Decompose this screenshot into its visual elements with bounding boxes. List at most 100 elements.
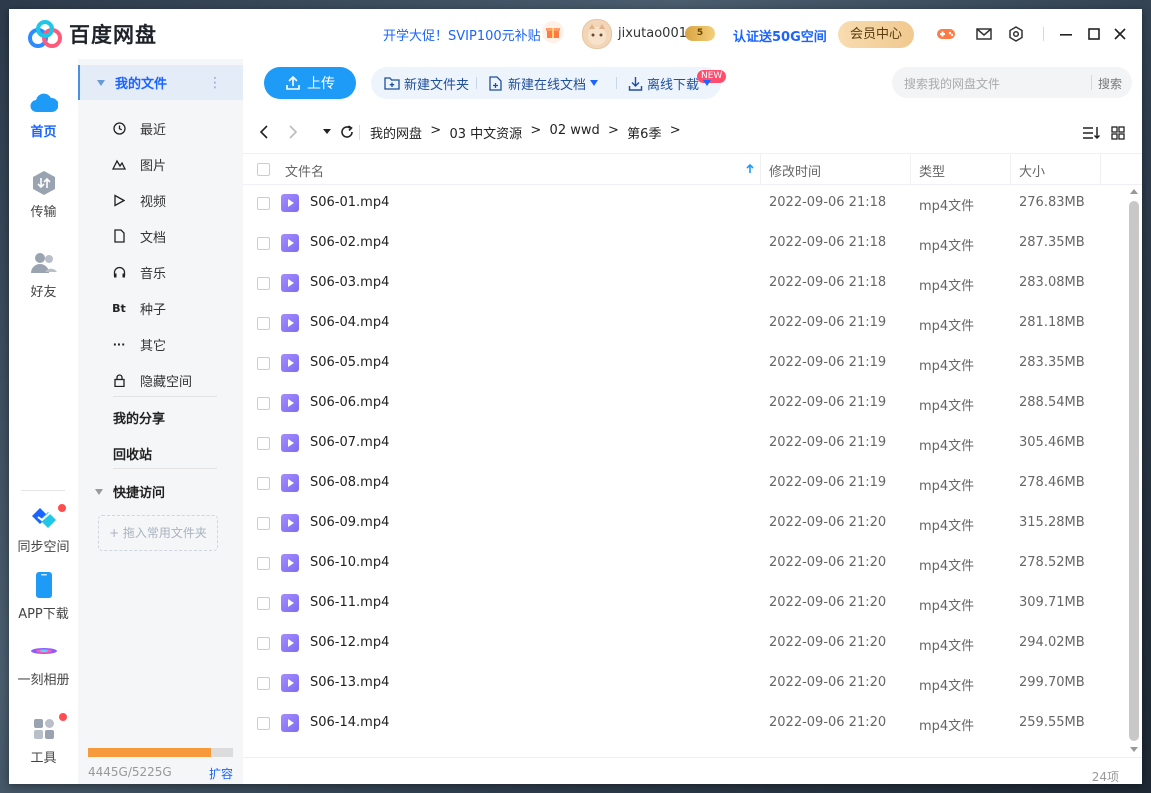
breadcrumb-item[interactable]: 第6季 <box>627 123 661 142</box>
row-checkbox[interactable] <box>257 597 270 610</box>
new-folder-button[interactable]: 新建文件夹 <box>384 67 469 99</box>
sidebar-quick-access[interactable]: 快捷访问 <box>95 482 165 501</box>
verify-link[interactable]: 认证送50G空间 <box>733 26 827 45</box>
close-icon[interactable] <box>1110 24 1130 44</box>
table-row[interactable]: S06-04.mp4 2022-09-06 21:19 mp4文件 281.18MB <box>243 303 1126 343</box>
sidebar-item-torrent[interactable]: Bt 种子 <box>112 298 166 318</box>
scroll-up-icon[interactable] <box>1130 189 1138 194</box>
gift-icon[interactable] <box>542 21 564 43</box>
sort-asc-icon[interactable] <box>745 163 755 174</box>
offline-download-button[interactable]: 离线下载 <box>627 67 712 99</box>
table-row[interactable]: S06-07.mp4 2022-09-06 21:19 mp4文件 305.46MB <box>243 423 1126 463</box>
sidebar-item-recent[interactable]: 最近 <box>112 118 166 138</box>
file-name[interactable]: S06-05.mp4 <box>310 355 389 370</box>
nav-friends[interactable]: 好友 <box>9 249 78 300</box>
row-checkbox[interactable] <box>257 197 270 210</box>
sidebar-item-music[interactable]: 音乐 <box>112 262 166 282</box>
file-name[interactable]: S06-10.mp4 <box>310 555 389 570</box>
table-row[interactable]: S06-08.mp4 2022-09-06 21:19 mp4文件 278.46MB <box>243 463 1126 503</box>
forward-icon[interactable] <box>283 122 303 142</box>
file-name[interactable]: S06-08.mp4 <box>310 475 389 490</box>
file-name[interactable]: S06-13.mp4 <box>310 675 389 690</box>
table-row[interactable]: S06-13.mp4 2022-09-06 21:20 mp4文件 299.70MB <box>243 663 1126 703</box>
breadcrumb-item[interactable]: 03 中文资源 <box>449 123 522 142</box>
file-name[interactable]: S06-02.mp4 <box>310 235 389 250</box>
maximize-icon[interactable] <box>1084 24 1104 44</box>
select-all-checkbox[interactable] <box>257 163 270 176</box>
sidebar-item-other[interactable]: ··· 其它 <box>112 334 166 354</box>
row-checkbox[interactable] <box>257 237 270 250</box>
avatar[interactable] <box>582 19 612 49</box>
sort-list-icon[interactable] <box>1082 124 1100 142</box>
table-row[interactable]: S06-12.mp4 2022-09-06 21:20 mp4文件 294.02MB <box>243 623 1126 663</box>
table-row[interactable]: S06-10.mp4 2022-09-06 21:20 mp4文件 278.52MB <box>243 543 1126 583</box>
row-checkbox[interactable] <box>257 317 270 330</box>
expand-storage-link[interactable]: 扩容 <box>209 765 233 782</box>
sidebar-recycle-bin[interactable]: 回收站 <box>113 444 152 463</box>
minimize-icon[interactable] <box>1056 24 1076 44</box>
search-input[interactable] <box>902 73 1086 94</box>
column-header-type[interactable]: 类型 <box>919 161 945 180</box>
sidebar-item-hidden-space[interactable]: 隐藏空间 <box>112 370 192 390</box>
file-name[interactable]: S06-11.mp4 <box>310 595 389 610</box>
sidebar-item-video[interactable]: 视频 <box>112 190 166 210</box>
row-checkbox[interactable] <box>257 717 270 730</box>
grid-view-icon[interactable] <box>1109 124 1127 142</box>
row-checkbox[interactable] <box>257 557 270 570</box>
table-row[interactable]: S06-02.mp4 2022-09-06 21:18 mp4文件 287.35MB <box>243 223 1126 263</box>
file-name[interactable]: S06-07.mp4 <box>310 435 389 450</box>
history-dropdown-icon[interactable] <box>317 122 337 142</box>
file-name[interactable]: S06-04.mp4 <box>310 315 389 330</box>
breadcrumb-item[interactable]: 02 wwd <box>550 123 600 142</box>
file-name[interactable]: S06-12.mp4 <box>310 635 389 650</box>
row-checkbox[interactable] <box>257 437 270 450</box>
scrollbar[interactable] <box>1126 183 1142 757</box>
file-name[interactable]: S06-03.mp4 <box>310 275 389 290</box>
scroll-down-icon[interactable] <box>1130 747 1138 752</box>
row-checkbox[interactable] <box>257 397 270 410</box>
table-row[interactable]: S06-03.mp4 2022-09-06 21:18 mp4文件 283.08MB <box>243 263 1126 303</box>
file-name[interactable]: S06-09.mp4 <box>310 515 389 530</box>
settings-icon[interactable] <box>1006 24 1026 44</box>
upload-button[interactable]: 上传 <box>264 67 356 99</box>
table-row[interactable]: S06-09.mp4 2022-09-06 21:20 mp4文件 315.28MB <box>243 503 1126 543</box>
row-checkbox[interactable] <box>257 637 270 650</box>
mail-icon[interactable] <box>974 24 994 44</box>
nav-home[interactable]: 首页 <box>9 89 78 140</box>
promo-link[interactable]: 开学大促！SVIP100元补贴 <box>383 25 541 44</box>
file-name[interactable]: S06-06.mp4 <box>310 395 389 410</box>
file-name[interactable]: S06-01.mp4 <box>310 195 389 210</box>
row-checkbox[interactable] <box>257 517 270 530</box>
sidebar-my-files[interactable]: 我的文件 ⋮ <box>78 65 244 100</box>
table-row[interactable]: S06-01.mp4 2022-09-06 21:18 mp4文件 276.83MB <box>243 183 1126 223</box>
column-header-time[interactable]: 修改时间 <box>769 161 821 180</box>
table-row[interactable]: S06-05.mp4 2022-09-06 21:19 mp4文件 283.35MB <box>243 343 1126 383</box>
drop-folder-area[interactable]: + 拖入常用文件夹 <box>98 515 218 551</box>
table-row[interactable]: S06-06.mp4 2022-09-06 21:19 mp4文件 288.54MB <box>243 383 1126 423</box>
scrollbar-thumb[interactable] <box>1129 201 1139 741</box>
table-row[interactable]: S06-11.mp4 2022-09-06 21:20 mp4文件 309.71MB <box>243 583 1126 623</box>
nav-sync-space[interactable]: 同步空间 <box>9 504 78 555</box>
username[interactable]: jixutao001 <box>618 26 687 41</box>
breadcrumb-item[interactable]: 我的网盘 <box>370 123 422 142</box>
column-header-size[interactable]: 大小 <box>1019 161 1045 180</box>
sidebar-item-docs[interactable]: 文档 <box>112 226 166 246</box>
new-online-doc-button[interactable]: 新建在线文档 <box>488 67 599 99</box>
file-name[interactable]: S06-14.mp4 <box>310 715 389 730</box>
row-checkbox[interactable] <box>257 357 270 370</box>
row-checkbox[interactable] <box>257 677 270 690</box>
nav-tools[interactable]: 工具 <box>9 715 78 766</box>
expand-triangle-icon[interactable] <box>97 79 105 86</box>
back-icon[interactable] <box>254 122 274 142</box>
refresh-icon[interactable] <box>337 122 357 142</box>
sidebar-my-share[interactable]: 我的分享 <box>113 408 165 427</box>
row-checkbox[interactable] <box>257 477 270 490</box>
search-button[interactable]: 搜索 <box>1098 75 1122 92</box>
column-header-name[interactable]: 文件名 <box>285 161 324 180</box>
nav-transfer[interactable]: 传输 <box>9 169 78 220</box>
game-icon[interactable] <box>936 24 956 44</box>
sidebar-item-images[interactable]: 图片 <box>112 154 166 174</box>
nav-app-download[interactable]: APP下载 <box>9 571 78 622</box>
nav-album[interactable]: 一刻相册 <box>9 637 78 688</box>
member-center-button[interactable]: 会员中心 <box>838 21 914 48</box>
